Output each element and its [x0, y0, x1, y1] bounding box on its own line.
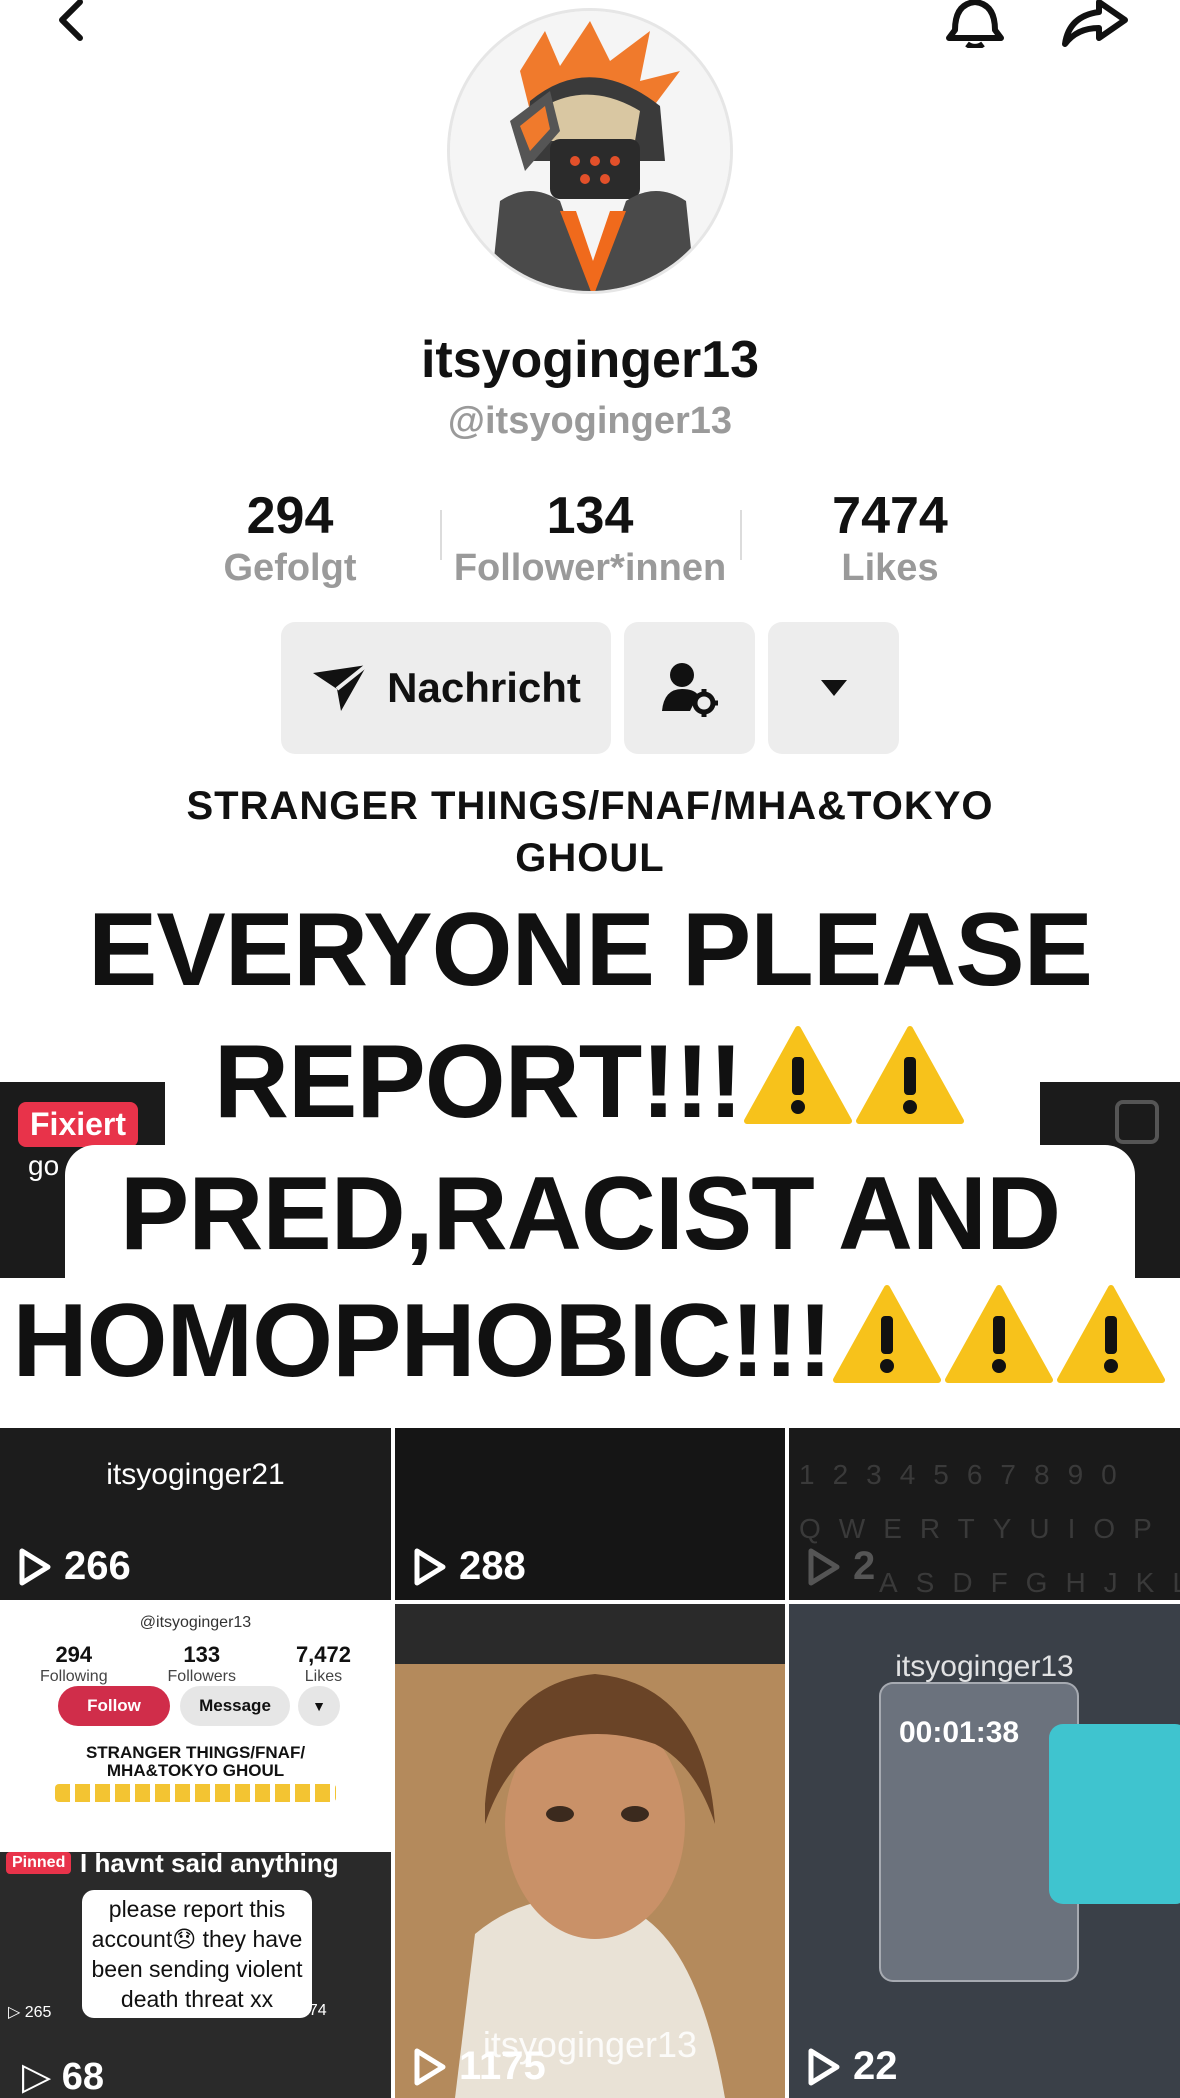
- likes-stat[interactable]: 7474 Likes: [775, 487, 1005, 591]
- overlay-headline-text: PRED,RACIST AND: [119, 1156, 1061, 1272]
- likes-label: Likes: [841, 547, 939, 589]
- friend-settings-button[interactable]: [624, 622, 755, 754]
- caret-down-icon: [820, 680, 847, 696]
- view-count: 1175: [413, 2044, 546, 2089]
- warning-icon: [856, 1026, 965, 1124]
- view-count: 22: [807, 2044, 898, 2089]
- bell-icon[interactable]: [940, 0, 1010, 60]
- mini-stat-label: Followers: [167, 1668, 236, 1685]
- mini-view-count: 174: [300, 2002, 327, 2019]
- view-count-value: 22: [853, 2044, 898, 2088]
- likes-count: 7474: [832, 487, 948, 545]
- back-icon[interactable]: [40, 0, 100, 60]
- divider: [740, 510, 742, 560]
- mini-stat-value: 7,472: [295, 1642, 351, 1667]
- video-watermark: itsyoginger21: [106, 1458, 285, 1491]
- view-count: 2: [807, 1544, 875, 1589]
- play-icon: [808, 1548, 840, 1585]
- view-count-value: 266: [64, 1544, 131, 1588]
- mini-stat-label: Following: [40, 1668, 108, 1685]
- warning-icon: [1057, 1285, 1166, 1383]
- share-icon[interactable]: [1055, 0, 1135, 60]
- bio-text: STRANGER THINGS/FNAF/MHA&TOKYO GHOUL: [186, 784, 994, 880]
- avatar[interactable]: [447, 8, 733, 294]
- view-count-value: 288: [459, 1544, 526, 1588]
- message-button[interactable]: Nachricht: [281, 622, 611, 754]
- more-options-button[interactable]: [768, 622, 899, 754]
- mini-stat-value: 133: [183, 1642, 221, 1667]
- user-gear-icon: [661, 663, 718, 717]
- overlay-headline-line: REPORT!!!: [0, 1016, 1180, 1148]
- warning-icon: [945, 1285, 1054, 1383]
- followers-label: Follower*innen: [453, 547, 727, 589]
- video-thumbnail[interactable]: @itsyoginger13 294 Following 133 Followers…: [0, 1604, 391, 2098]
- view-count: ▷ 68: [22, 2056, 105, 2098]
- mini-stat-value: 294: [55, 1642, 93, 1667]
- play-icon: [414, 1548, 446, 1585]
- overlay-headline-line: PRED,RACIST AND: [0, 1148, 1180, 1280]
- play-icon: [808, 2048, 840, 2085]
- video-thumbnail[interactable]: 1234567890 QWERTYUIOP ASDFGHJKL 2: [789, 1428, 1180, 1600]
- play-icon: [414, 2048, 446, 2085]
- emoji-row: [55, 1784, 336, 1802]
- warning-icon: [744, 1026, 853, 1124]
- overlay-headline-text: HOMOPHOBIC!!!: [12, 1283, 833, 1399]
- following-stat[interactable]: 294 Gefolgt: [175, 487, 405, 591]
- display-name: itsyoginger13: [420, 331, 760, 389]
- video-watermark: itsyoginger13: [895, 1650, 1074, 1683]
- mini-stats: 294 Following 133 Followers 7,472 Likes: [40, 1642, 351, 1686]
- timer-text: 00:01:38: [899, 1716, 1020, 1749]
- overlay-headline-line: HOMOPHOBIC!!!: [0, 1275, 1180, 1407]
- followers-count: 134: [546, 487, 634, 545]
- username-handle: @itsyoginger13: [447, 400, 733, 442]
- view-count: 288: [413, 1544, 526, 1589]
- view-count: 266: [18, 1544, 131, 1589]
- mini-follow-button: Follow: [58, 1686, 170, 1726]
- view-count-value: 2: [853, 1544, 876, 1588]
- send-icon: [313, 663, 369, 711]
- mini-handle: @itsyoginger13: [139, 1614, 252, 1631]
- overlay-headline-text: REPORT!!!: [213, 1024, 743, 1140]
- video-thumbnail[interactable]: itsyoginger13 00:01:38 22: [789, 1604, 1180, 2098]
- followers-stat[interactable]: 134 Follower*innen: [440, 487, 740, 591]
- play-icon: [19, 1548, 51, 1585]
- overlay-headline-line: EVERYONE PLEASE: [0, 884, 1180, 1016]
- message-button-label: Nachricht: [387, 664, 581, 711]
- mini-caption: I havnt said anything: [80, 1848, 339, 1878]
- view-count-value: 68: [61, 2056, 105, 2098]
- video-thumbnail[interactable]: itsyoginger21 266: [0, 1428, 391, 1600]
- mini-message-button: Message: [180, 1686, 290, 1726]
- game-tile: [1049, 1724, 1180, 1904]
- keyboard-row: 1234567890: [799, 1459, 1135, 1490]
- mini-pinned-badge: Pinned: [6, 1852, 72, 1874]
- video-thumbnail[interactable]: itsyoginger13 1175: [395, 1604, 785, 2098]
- mini-caret-icon: ▼: [298, 1686, 340, 1726]
- mini-stat-label: Likes: [304, 1668, 343, 1685]
- mini-view-count: ▷ 265: [8, 2004, 52, 2021]
- mini-text-bubble: please report this account😞 they have be…: [82, 1890, 312, 2018]
- following-label: Gefolgt: [223, 547, 357, 589]
- video-thumbnail[interactable]: 288: [395, 1428, 785, 1600]
- view-count-value: 1175: [459, 2044, 546, 2088]
- mini-bio: STRANGER THINGS/FNAF/ MHA&TOKYO GHOUL: [85, 1743, 306, 1780]
- overlay-headline-text: EVERYONE PLEASE: [87, 892, 1093, 1008]
- following-count: 294: [246, 487, 334, 545]
- warning-icon: [833, 1285, 942, 1383]
